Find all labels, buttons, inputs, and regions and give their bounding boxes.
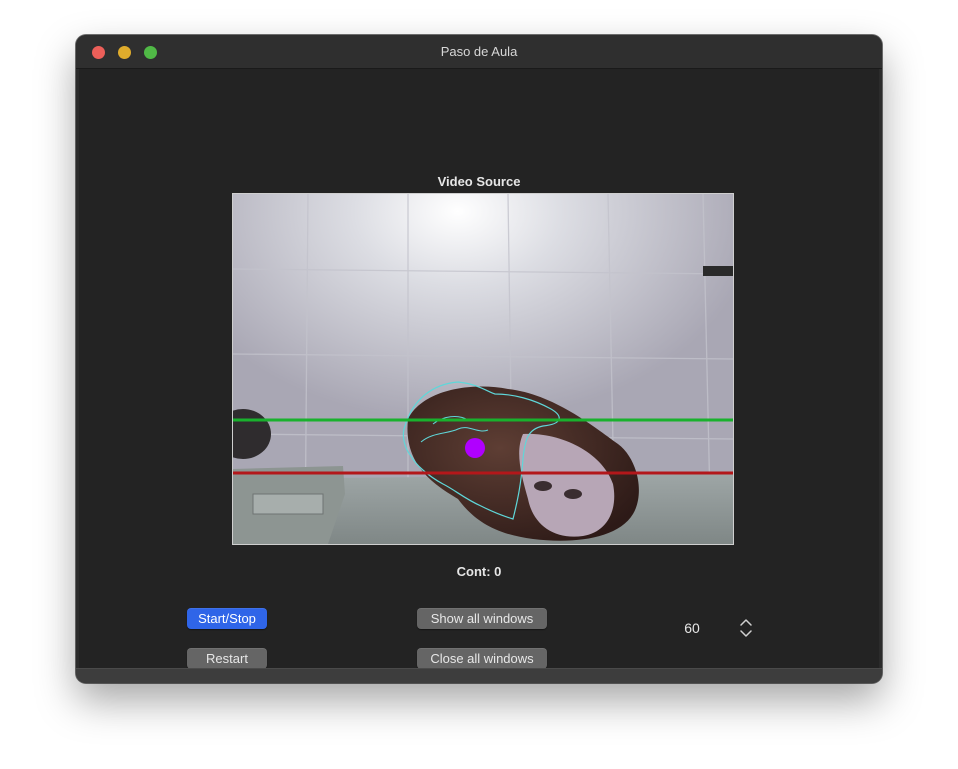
restart-button[interactable]: Restart <box>187 648 267 669</box>
centroid-marker <box>465 438 485 458</box>
counter-label: Cont: 0 <box>456 564 502 579</box>
bottom-bar <box>76 668 882 683</box>
window-title: Paso de Aula <box>440 44 518 59</box>
stepper-value[interactable]: 60 <box>669 620 715 636</box>
stepper-control[interactable] <box>739 617 753 639</box>
main-content: Video Source Cont: 0 Start/Stop Restart … <box>76 69 882 669</box>
video-source-frame <box>232 193 734 545</box>
chevron-up-down-icon[interactable] <box>739 617 753 639</box>
show-all-windows-button[interactable]: Show all windows <box>417 608 547 629</box>
video-source-label: Video Source <box>437 174 521 189</box>
app-window: Paso de Aula Video Source Cont: 0 Start/… <box>76 35 882 683</box>
start-stop-button[interactable]: Start/Stop <box>187 608 267 629</box>
video-image <box>233 194 733 544</box>
title-bar: Paso de Aula <box>76 35 882 69</box>
close-all-windows-button[interactable]: Close all windows <box>417 648 547 669</box>
